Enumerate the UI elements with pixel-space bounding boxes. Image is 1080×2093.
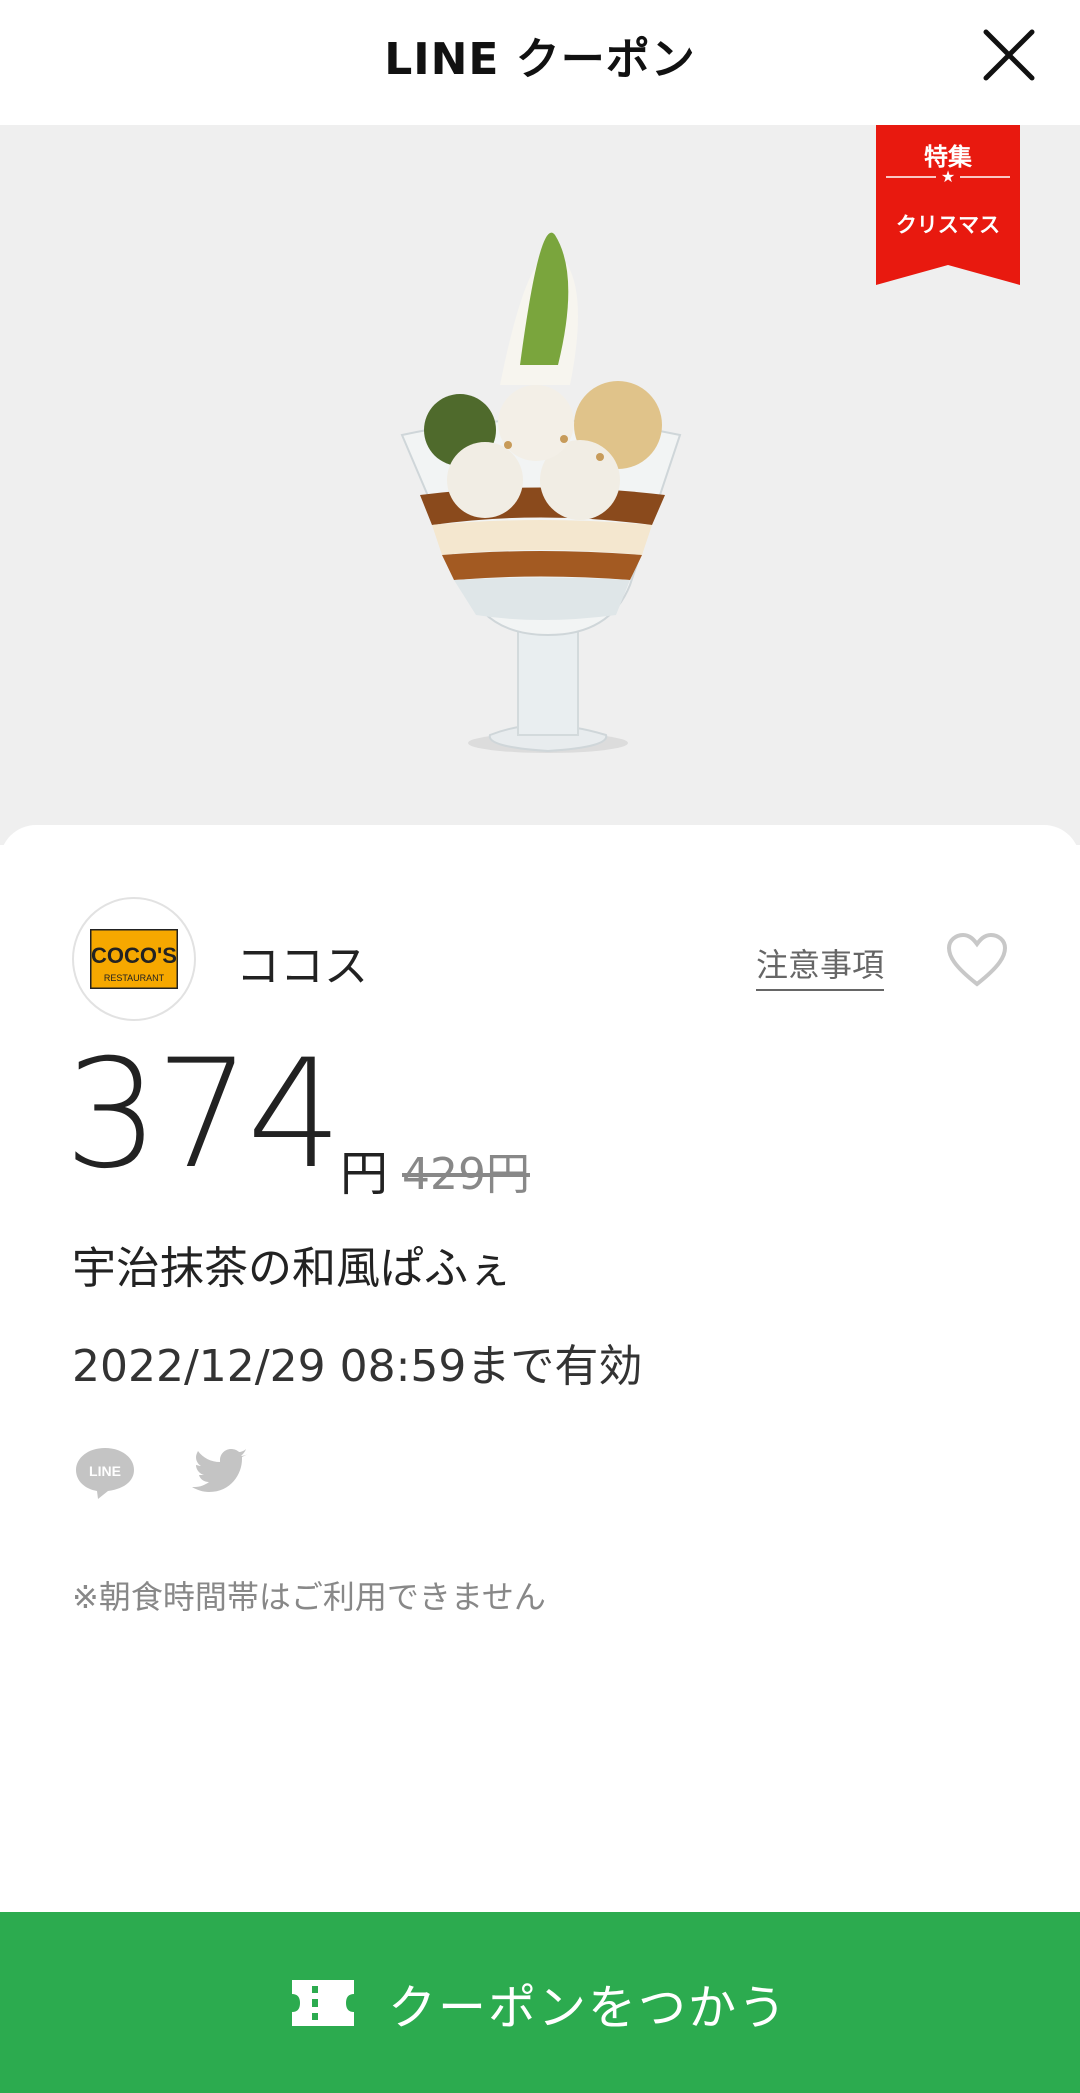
original-price: 429円 — [402, 1149, 530, 1200]
ticket-icon — [291, 1979, 354, 2026]
shop-name: ココス — [236, 941, 368, 992]
use-coupon-button[interactable]: クーポンをつかう — [0, 1912, 1080, 2093]
notes-link[interactable]: 注意事項 — [756, 940, 885, 991]
svg-text:RESTAURANT: RESTAURANT — [104, 973, 165, 983]
svg-text:LINE: LINE — [89, 1463, 121, 1479]
product-hero: 特集 ★ クリスマス — [0, 125, 1080, 845]
feature-ribbon[interactable]: 特集 ★ クリスマス — [876, 125, 1020, 285]
ribbon-label-bottom: クリスマス — [895, 213, 1001, 237]
use-coupon-label: クーポンをつかう — [387, 1979, 788, 2036]
twitter-share-icon[interactable] — [186, 1444, 252, 1502]
item-name: 宇治抹茶の和風ぱふぇ — [72, 1243, 512, 1294]
page-title: LINE クーポン — [384, 34, 696, 85]
header: LINE クーポン — [0, 0, 1080, 125]
close-icon[interactable] — [978, 24, 1040, 86]
shop-logo: COCO'S RESTAURANT — [72, 897, 196, 1021]
heart-icon[interactable] — [946, 932, 1008, 988]
product-image — [400, 232, 682, 753]
line-share-icon[interactable]: LINE — [72, 1444, 138, 1502]
cocos-logo: COCO'S RESTAURANT — [90, 929, 178, 989]
currency-label: 円 — [340, 1146, 389, 1202]
coupon-card — [0, 825, 1080, 2093]
validity-date: 2022/12/29 08:59まで有効 — [72, 1341, 643, 1392]
svg-text:COCO'S: COCO'S — [91, 943, 177, 968]
usage-note: ※朝食時間帯はご利用できません — [72, 1578, 546, 1616]
coupon-price: 374 — [64, 1028, 342, 1202]
star-icon: ★ — [940, 167, 956, 186]
